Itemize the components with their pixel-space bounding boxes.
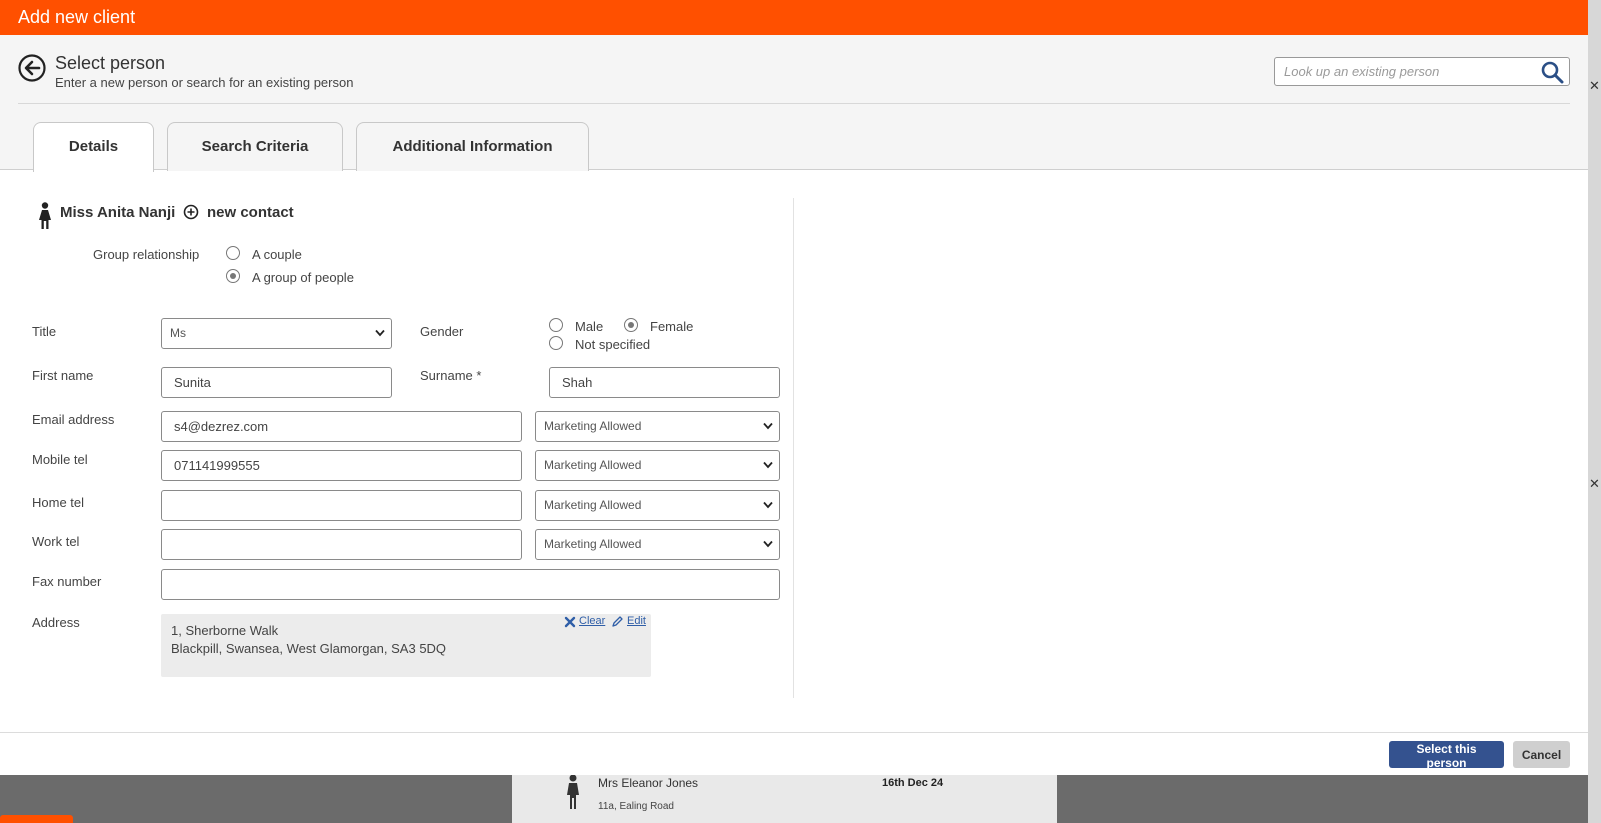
clear-address-link[interactable]: Clear — [579, 615, 605, 627]
home-tel-label: Home tel — [32, 495, 85, 510]
radio-not-specified-label: Not specified — [575, 337, 651, 352]
radio-group-of-people[interactable] — [226, 269, 240, 283]
first-name-label: First name — [32, 368, 94, 383]
chevron-down-icon — [375, 329, 385, 337]
home-marketing-value: Marketing Allowed — [544, 498, 642, 512]
first-name-field[interactable] — [161, 367, 392, 398]
address-label: Address — [32, 615, 80, 630]
mobile-marketing-select[interactable]: Marketing Allowed — [535, 450, 780, 481]
lookup-input[interactable] — [1275, 58, 1525, 85]
person-lookup — [1274, 57, 1570, 86]
fax-field[interactable] — [161, 569, 780, 600]
back-arrow-icon[interactable] — [18, 54, 46, 82]
mobile-label: Mobile tel — [32, 452, 88, 467]
select-this-person-button[interactable]: Select this person — [1389, 741, 1504, 770]
contact-name: Miss Anita Nanji — [60, 204, 176, 221]
select-person-title: Select person — [55, 53, 166, 73]
radio-female-label: Female — [650, 319, 694, 334]
chevron-down-icon — [763, 540, 773, 548]
title-label: Title — [32, 324, 57, 339]
surname-label: Surname * — [420, 368, 482, 383]
edit-address-link[interactable]: Edit — [627, 615, 646, 627]
radio-group-of-people-label: A group of people — [252, 270, 354, 285]
select-person-subtitle: Enter a new person or search for an exis… — [55, 75, 354, 90]
radio-male[interactable] — [549, 318, 563, 332]
new-contact-link[interactable]: new contact — [207, 204, 294, 221]
title-select[interactable]: Ms — [161, 318, 392, 349]
mobile-marketing-value: Marketing Allowed — [544, 458, 642, 472]
background-orange-tab — [0, 815, 73, 823]
home-tel-field[interactable] — [161, 490, 522, 521]
add-client-modal: Add new client Select person Enter a new… — [0, 0, 1588, 775]
mobile-field[interactable] — [161, 450, 522, 481]
group-relationship-label: Group relationship — [93, 247, 200, 262]
background-person-icon — [567, 774, 579, 809]
title-select-value: Ms — [170, 326, 186, 340]
background-close-icon: ✕ — [1589, 78, 1600, 93]
column-divider — [793, 198, 794, 698]
radio-not-specified[interactable] — [549, 336, 563, 350]
address-line-2: Blackpill, Swansea, West Glamorgan, SA3 … — [171, 641, 447, 656]
clear-x-icon[interactable] — [564, 616, 576, 628]
work-marketing-select[interactable]: Marketing Allowed — [535, 529, 780, 560]
tab-details[interactable]: Details — [33, 122, 154, 172]
email-marketing-value: Marketing Allowed — [544, 419, 642, 433]
address-line-1: 1, Sherborne Walk — [171, 623, 279, 638]
work-tel-label: Work tel — [32, 534, 80, 549]
address-box: 1, Sherborne Walk Blackpill, Swansea, We… — [161, 614, 651, 677]
fax-label: Fax number — [32, 574, 102, 589]
home-marketing-select[interactable]: Marketing Allowed — [535, 490, 780, 521]
chevron-down-icon — [763, 461, 773, 469]
pencil-icon[interactable] — [611, 615, 624, 628]
gender-label: Gender — [420, 324, 464, 339]
background-scroll-strip — [1588, 0, 1601, 823]
background-person-address: 11a, Ealing Road — [598, 801, 674, 812]
radio-male-label: Male — [575, 319, 604, 334]
chevron-down-icon — [763, 501, 773, 509]
email-label: Email address — [32, 412, 115, 427]
search-icon[interactable] — [1540, 60, 1564, 84]
cancel-button[interactable]: Cancel — [1513, 741, 1570, 768]
email-marketing-select[interactable]: Marketing Allowed — [535, 411, 780, 442]
modal-title: Add new client — [0, 0, 1588, 35]
background-person-name: Mrs Eleanor Jones — [598, 776, 699, 790]
surname-field[interactable] — [549, 367, 780, 398]
work-marketing-value: Marketing Allowed — [544, 537, 642, 551]
work-tel-field[interactable] — [161, 529, 522, 560]
chevron-down-icon — [763, 422, 773, 430]
radio-couple[interactable] — [226, 246, 240, 260]
add-circle-icon[interactable] — [183, 204, 199, 220]
radio-female[interactable] — [624, 318, 638, 332]
email-field[interactable] — [161, 411, 522, 442]
background-date: 16th Dec 24 — [882, 777, 944, 789]
female-person-icon — [39, 202, 51, 229]
radio-couple-label: A couple — [252, 247, 302, 262]
modal-footer: Select this person Cancel — [0, 732, 1588, 775]
background-close-icon: ✕ — [1589, 476, 1600, 491]
header-divider — [18, 103, 1570, 104]
tab-search-criteria[interactable]: Search Criteria — [167, 122, 343, 171]
tab-additional-information[interactable]: Additional Information — [356, 122, 589, 171]
